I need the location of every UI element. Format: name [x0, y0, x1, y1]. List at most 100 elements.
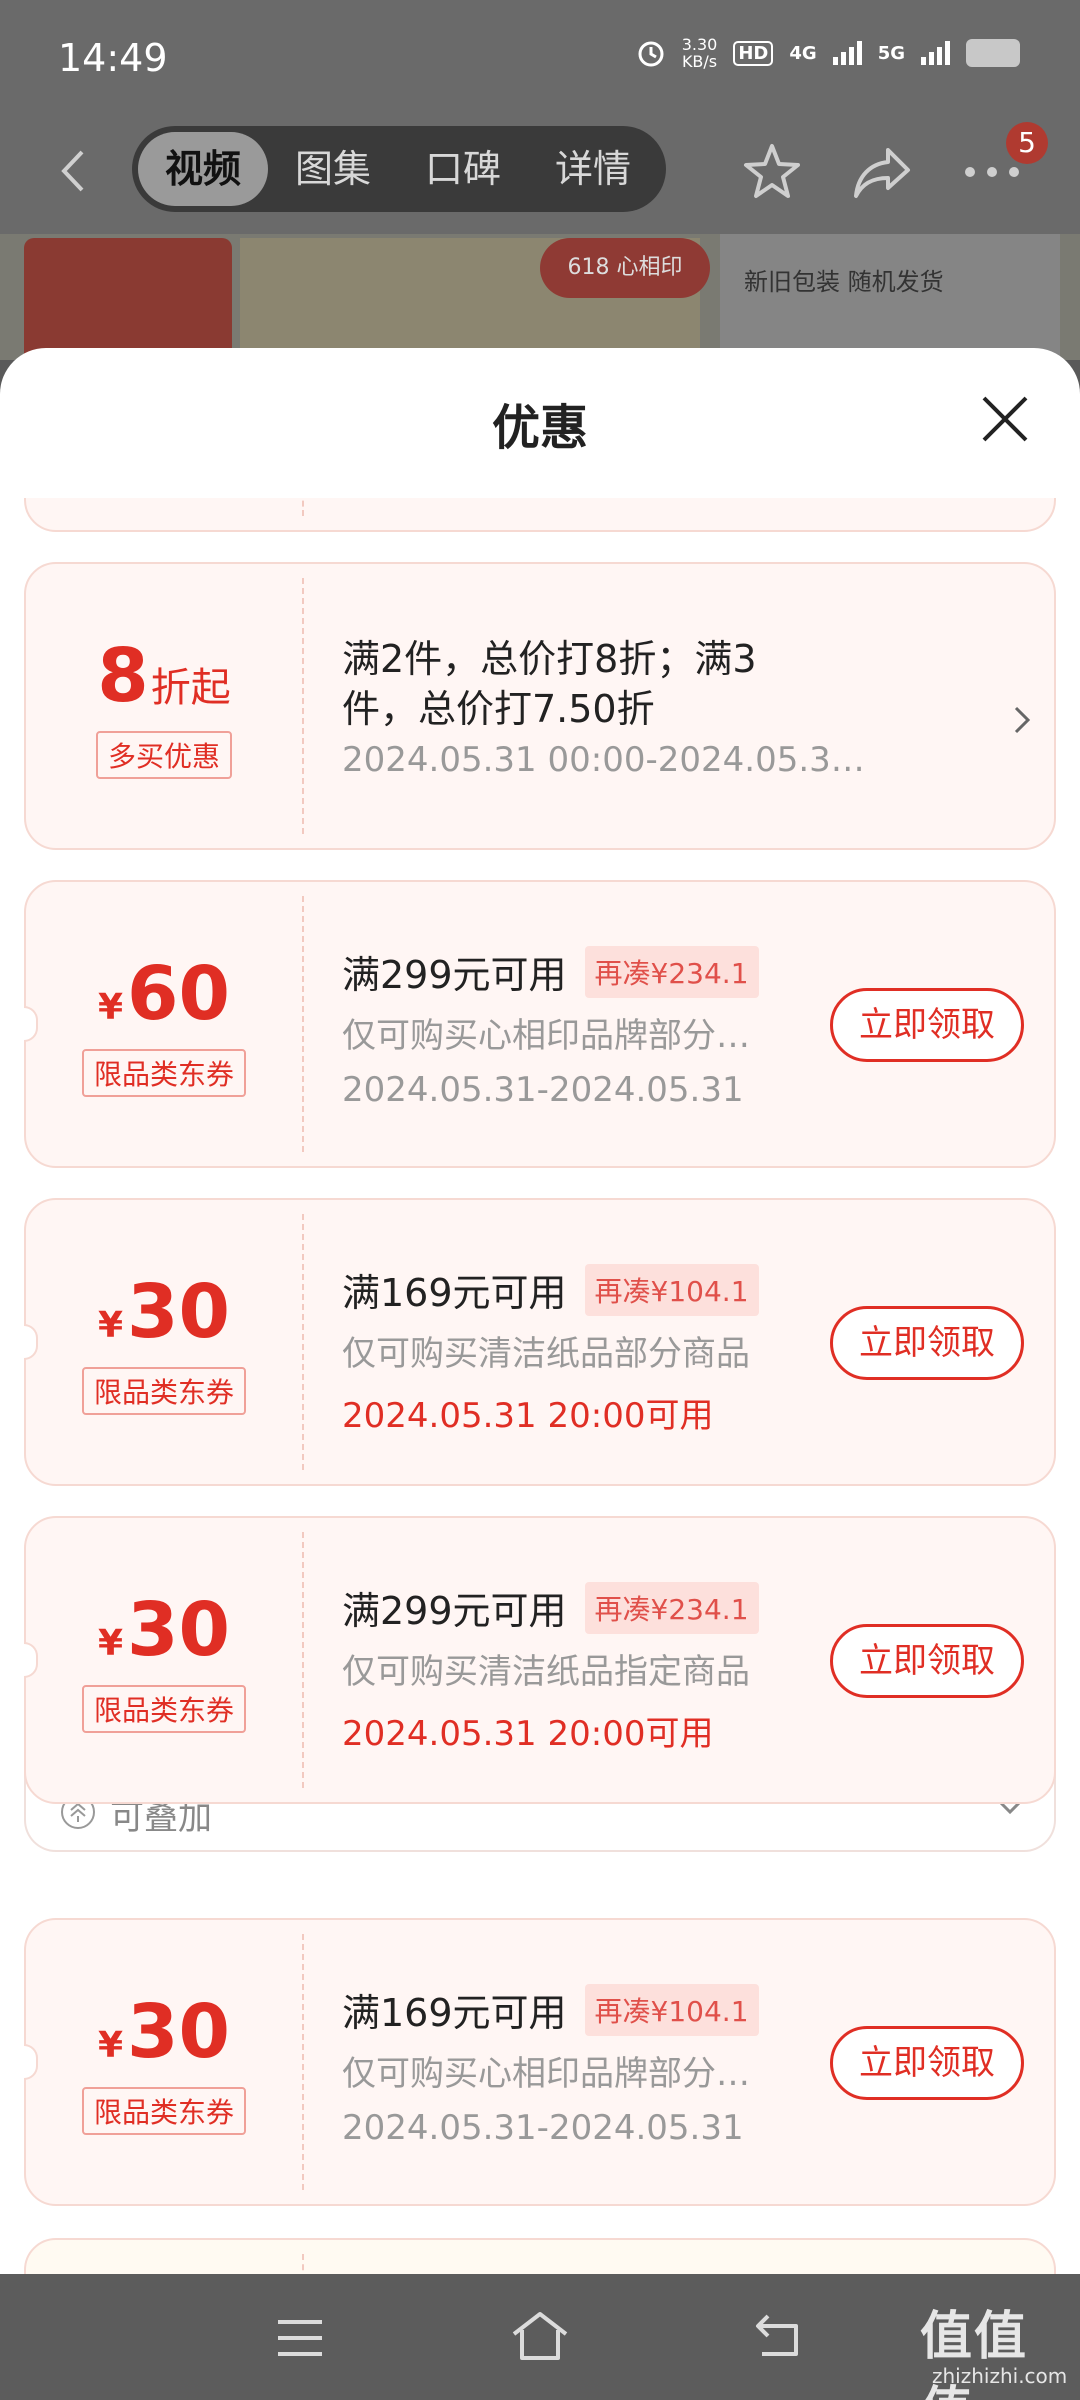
system-back-icon[interactable]	[752, 2310, 808, 2360]
battery-icon	[966, 39, 1020, 67]
coupon-sheet: 优惠 8 折起 多买优惠 满2件，总价打8折；满3 件，总价打7.50折 202…	[0, 348, 1080, 2274]
tab-video[interactable]: 视频	[138, 132, 268, 206]
claim-button[interactable]: 立即领取	[830, 2026, 1024, 2100]
coupon-threshold: 满299元可用 再凑¥234.1	[342, 944, 759, 999]
discount-rule-line1: 满2件，总价打8折；满3	[342, 637, 757, 681]
currency-symbol: ¥	[97, 987, 124, 1028]
coupon-value: ¥ 30 限品类东券	[26, 1920, 302, 2204]
coupon-amount: ¥ 60	[98, 951, 230, 1037]
coupon-value: 8 折起 多买优惠	[26, 564, 302, 848]
claim-button[interactable]: 立即领取	[830, 1624, 1024, 1698]
status-time: 14:49	[58, 36, 168, 80]
card-divider	[302, 578, 304, 834]
banner-caption: 新旧包装 随机发货	[744, 268, 944, 296]
coupon-value: ¥ 30 限品类东券	[26, 1200, 302, 1484]
coupon-card: ¥ 30 限品类东券 满299元可用 再凑¥234.1 仅可购买清洁纸品指定商品…	[24, 1516, 1056, 1804]
remaining-amount-badge: 再凑¥104.1	[584, 1263, 759, 1316]
coupon-validity: 2024.05.31-2024.05.31	[342, 1070, 744, 1110]
tab-bar: 视频 图集 口碑 详情	[132, 126, 666, 212]
product-nav: 视频 图集 口碑 详情 5	[0, 120, 1080, 220]
coupon-info: 满299元可用 再凑¥234.1 仅可购买心相印品牌部分… 2024.05.31…	[342, 882, 842, 1166]
coupon-info: 满2件，总价打8折；满3 件，总价打7.50折 2024.05.31 00:00…	[342, 564, 865, 848]
discount-rule-line2: 件，总价打7.50折	[342, 687, 655, 731]
coupon-amount: ¥ 30	[98, 1269, 230, 1355]
amount-number: 60	[127, 951, 231, 1037]
close-icon[interactable]	[978, 392, 1032, 446]
favorite-star-icon[interactable]	[740, 140, 804, 204]
threshold-text: 满299元可用	[342, 953, 567, 997]
coupon-info: 满169元可用 再凑¥104.1 仅可购买清洁纸品部分商品 2024.05.31…	[342, 1200, 842, 1484]
alarm-icon	[638, 41, 664, 67]
product-banner: 618 心相印 新旧包装 随机发货	[0, 234, 1080, 360]
status-bar: 14:49 3.30 KB/s HD 4G 5G	[0, 0, 1080, 110]
coupon-threshold: 满169元可用 再凑¥104.1	[342, 1982, 759, 2037]
coupon-scope: 仅可购买心相印品牌部分…	[342, 2054, 750, 2094]
coupon-tag: 限品类东券	[81, 1049, 246, 1097]
coupon-card[interactable]: 8 折起 多买优惠 满2件，总价打8折；满3 件，总价打7.50折 2024.0…	[24, 562, 1056, 850]
speed-unit: KB/s	[681, 52, 718, 71]
coupon-threshold: 满299元可用 再凑¥234.1	[342, 1580, 759, 1635]
coupon-card-partial-top	[24, 498, 1056, 532]
network-4g-label: 4G	[789, 42, 817, 64]
coupon-amount: ¥ 30	[98, 1989, 230, 2075]
system-nav-bar: 值值值 zhizhizhi.com	[0, 2274, 1080, 2400]
chevron-right-icon[interactable]	[1010, 700, 1034, 740]
speed-value: 3.30	[681, 35, 718, 54]
notification-badge: 5	[1006, 122, 1048, 164]
coupon-card-partial-bottom	[24, 2238, 1056, 2274]
coupon-availability-time: 2024.05.31 20:00可用	[342, 1396, 714, 1436]
threshold-text: 满299元可用	[342, 1589, 567, 1633]
amount-number: 8	[97, 633, 149, 719]
tab-reviews[interactable]: 口碑	[398, 132, 528, 206]
amount-suffix: 折起	[150, 665, 231, 711]
coupon-threshold: 满169元可用 再凑¥104.1	[342, 1262, 759, 1317]
banner-event-text: 618	[567, 255, 610, 280]
network-5g-label: 5G	[877, 42, 905, 64]
discount-amount: 8 折起	[97, 633, 231, 719]
card-divider	[302, 2254, 304, 2274]
banner-logo: 618 心相印	[540, 238, 710, 298]
remaining-amount-badge: 再凑¥104.1	[584, 1983, 759, 2036]
card-divider	[302, 498, 304, 516]
amount-number: 30	[127, 1269, 231, 1355]
coupon-card: ¥ 30 限品类东券 满169元可用 再凑¥104.1 仅可购买清洁纸品部分商品…	[24, 1198, 1056, 1486]
coupon-tag: 多买优惠	[95, 731, 232, 779]
remaining-amount-badge: 再凑¥234.1	[584, 1581, 759, 1634]
signal-4g-icon	[832, 41, 862, 65]
currency-symbol: ¥	[97, 1623, 124, 1664]
threshold-text: 满169元可用	[342, 1991, 567, 2035]
card-divider	[302, 896, 304, 1152]
card-divider	[302, 1532, 304, 1788]
currency-symbol: ¥	[97, 2025, 124, 2066]
banner-photo	[24, 238, 232, 360]
claim-button[interactable]: 立即领取	[830, 1306, 1024, 1380]
threshold-text: 满169元可用	[342, 1271, 567, 1315]
home-icon[interactable]	[510, 2310, 570, 2362]
coupon-card: ¥ 60 限品类东券 满299元可用 再凑¥234.1 仅可购买心相印品牌部分……	[24, 880, 1056, 1168]
coupon-tag: 限品类东券	[81, 2087, 246, 2135]
coupon-list: 8 折起 多买优惠 满2件，总价打8折；满3 件，总价打7.50折 2024.0…	[0, 498, 1080, 2274]
amount-number: 30	[127, 1587, 231, 1673]
back-arrow-icon[interactable]	[50, 146, 100, 196]
claim-button[interactable]: 立即领取	[830, 988, 1024, 1062]
status-icons: 3.30 KB/s HD 4G 5G	[636, 36, 1020, 70]
amount-number: 30	[127, 1989, 231, 2075]
signal-5g-icon	[921, 41, 950, 65]
hd-icon: HD	[733, 40, 774, 66]
coupon-scope: 仅可购买心相印品牌部分…	[342, 1016, 750, 1056]
remaining-amount-badge: 再凑¥234.1	[584, 945, 759, 998]
menu-icon[interactable]	[276, 2318, 324, 2358]
banner-right-panel	[720, 234, 1060, 360]
more-options-icon[interactable]	[962, 162, 1022, 182]
tab-details[interactable]: 详情	[528, 132, 658, 206]
coupon-info: 满299元可用 再凑¥234.1 仅可购买清洁纸品指定商品 2024.05.31…	[342, 1518, 842, 1802]
coupon-value: ¥ 30 限品类东券	[26, 1518, 302, 1802]
watermark-url: zhizhizhi.com	[932, 2364, 1068, 2388]
tab-gallery[interactable]: 图集	[268, 132, 398, 206]
share-icon[interactable]	[850, 142, 914, 202]
coupon-tag: 限品类东券	[81, 1367, 246, 1415]
coupon-info: 满169元可用 再凑¥104.1 仅可购买心相印品牌部分… 2024.05.31…	[342, 1920, 842, 2204]
coupon-scope: 仅可购买清洁纸品指定商品	[342, 1652, 750, 1692]
coupon-validity: 2024.05.31 00:00-2024.05.3…	[342, 740, 865, 780]
network-speed: 3.30 KB/s	[682, 36, 718, 70]
